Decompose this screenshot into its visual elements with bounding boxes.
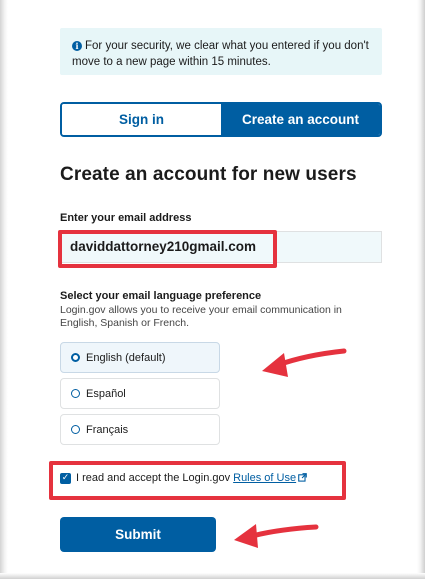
info-icon: i [72, 41, 82, 51]
account-tabs: Sign in Create an account [60, 102, 382, 137]
tab-create-account[interactable]: Create an account [221, 104, 380, 135]
radio-empty-icon [71, 425, 80, 434]
language-preference-label: Select your email language preference [60, 290, 262, 302]
radio-french-label: Français [86, 423, 129, 436]
tab-sign-in[interactable]: Sign in [62, 104, 221, 135]
security-notice-text: For your security, we clear what you ent… [72, 40, 369, 68]
submit-button[interactable]: Submit [60, 517, 216, 552]
radio-empty-icon [71, 389, 80, 398]
annotation-highlight-terms [49, 461, 346, 500]
radio-english-label: English (default) [86, 351, 166, 364]
annotation-highlight-email [58, 230, 277, 268]
radio-spanish-label: Español [86, 387, 126, 400]
frame-right-edge [417, 0, 425, 579]
radio-english[interactable]: English (default) [60, 342, 220, 373]
frame-left-edge [0, 0, 8, 579]
radio-french[interactable]: Français [60, 414, 220, 445]
page-title: Create an account for new users [60, 164, 357, 185]
tab-create-account-label: Create an account [241, 112, 360, 127]
security-notice: i For your security, we clear what you en… [60, 28, 382, 75]
frame-bottom-edge [0, 573, 425, 579]
annotation-arrow-language [262, 348, 347, 377]
language-preference-hint: Login.gov allows you to receive your ema… [60, 304, 342, 329]
radio-spanish[interactable]: Español [60, 378, 220, 409]
email-label: Enter your email address [60, 212, 192, 224]
submit-button-label: Submit [115, 527, 161, 542]
annotation-arrow-submit [234, 524, 319, 548]
radio-selected-icon [71, 353, 80, 362]
tab-sign-in-label: Sign in [119, 112, 164, 127]
